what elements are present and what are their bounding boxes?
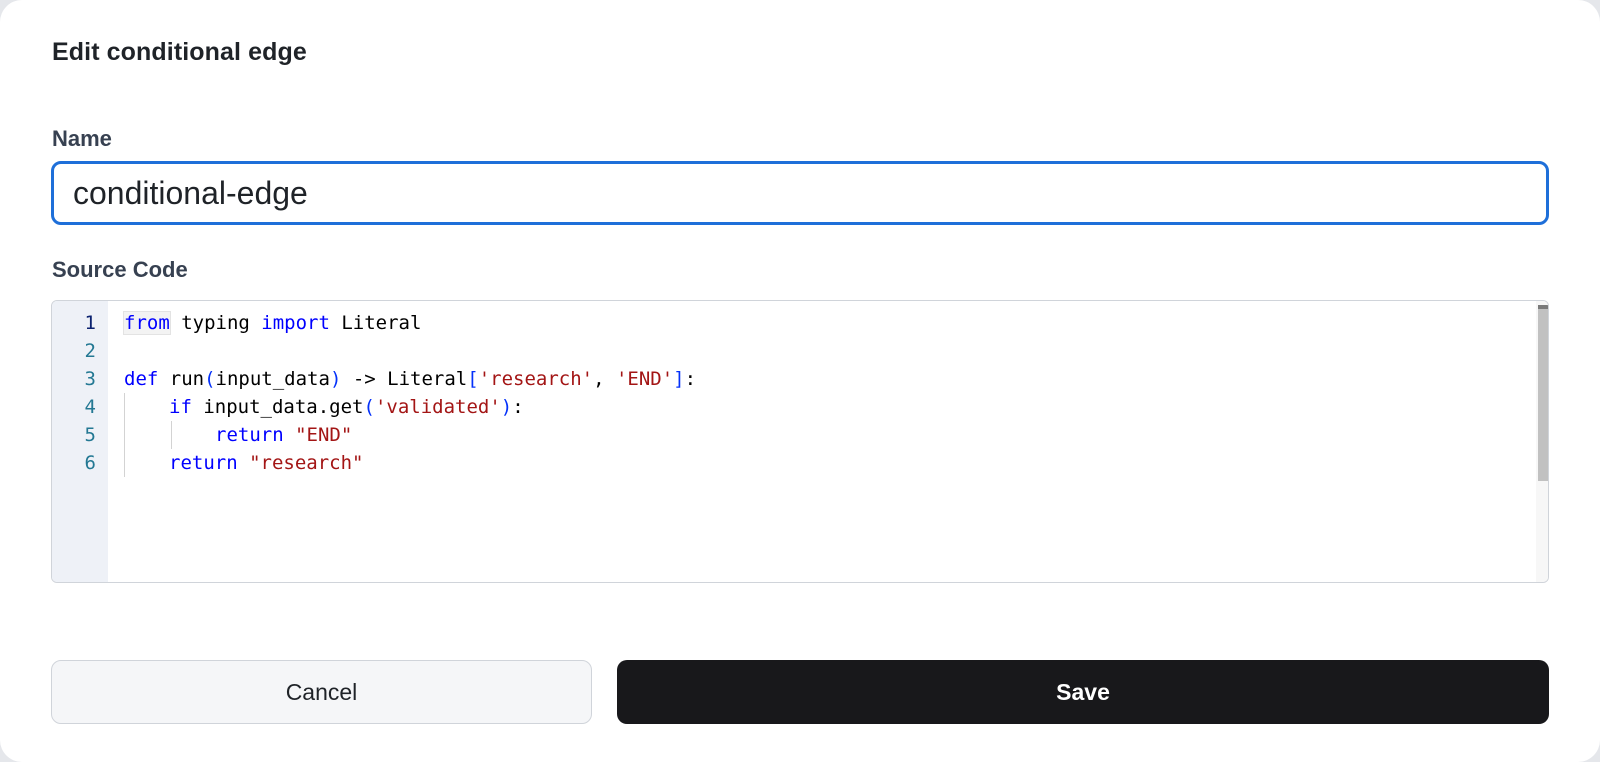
indent-guide (124, 393, 125, 477)
code-token: typing (169, 312, 262, 334)
code-token: return (215, 424, 284, 446)
code-token: -> Literal (341, 368, 468, 390)
line-number-gutter: 1 2 3 4 5 6 (52, 301, 108, 582)
code-line-4: if input_data.get('validated'): (169, 393, 524, 421)
cancel-button[interactable]: Cancel (51, 660, 592, 724)
code-token: input_data.get (191, 396, 364, 418)
code-token: input_data (215, 368, 330, 390)
code-token: 'validated' (374, 396, 501, 418)
edit-edge-dialog: Edit conditional edge Name Source Code 1… (0, 0, 1600, 762)
line-number: 4 (84, 396, 96, 418)
dialog-title: Edit conditional edge (52, 38, 307, 66)
code-line-3: def run(input_data) -> Literal['research… (124, 365, 696, 393)
code-token: [ (467, 368, 479, 390)
line-number: 2 (84, 340, 96, 362)
name-input[interactable] (51, 161, 1549, 225)
code-token: import (261, 312, 330, 334)
line-number: 6 (84, 452, 96, 474)
code-line-5: return "END" (215, 421, 352, 449)
line-number: 3 (84, 368, 96, 390)
code-token: ) (329, 368, 342, 390)
line-number: 5 (84, 424, 96, 446)
code-token: ) (500, 396, 513, 418)
code-token: from (123, 311, 171, 335)
code-token: Literal (329, 312, 422, 334)
indent-guide (171, 421, 172, 449)
code-token: : (512, 396, 524, 418)
code-line-6: return "research" (169, 449, 363, 477)
save-button[interactable]: Save (617, 660, 1549, 724)
editor-scrollbar[interactable] (1536, 301, 1548, 582)
code-token: ( (204, 368, 216, 390)
code-line-1: from typing import Literal (123, 309, 422, 337)
code-token: "END" (295, 424, 353, 446)
code-token: return (169, 452, 238, 474)
code-token: ] (673, 368, 685, 390)
code-token: "research" (249, 452, 364, 474)
code-token: : (684, 368, 697, 390)
code-token: ( (363, 396, 375, 418)
line-number: 1 (84, 312, 96, 334)
scrollbar-thumb[interactable] (1538, 309, 1548, 481)
code-token: , (593, 368, 616, 390)
code-token: 'research' (478, 368, 594, 390)
code-editor[interactable]: 1 2 3 4 5 6 from typing import Literal d… (51, 300, 1549, 583)
code-token: if (169, 396, 192, 418)
code-token: 'END' (615, 368, 674, 390)
code-token: def (124, 368, 159, 390)
code-token: run (158, 368, 205, 390)
source-code-label: Source Code (52, 257, 188, 282)
name-label: Name (52, 126, 112, 151)
